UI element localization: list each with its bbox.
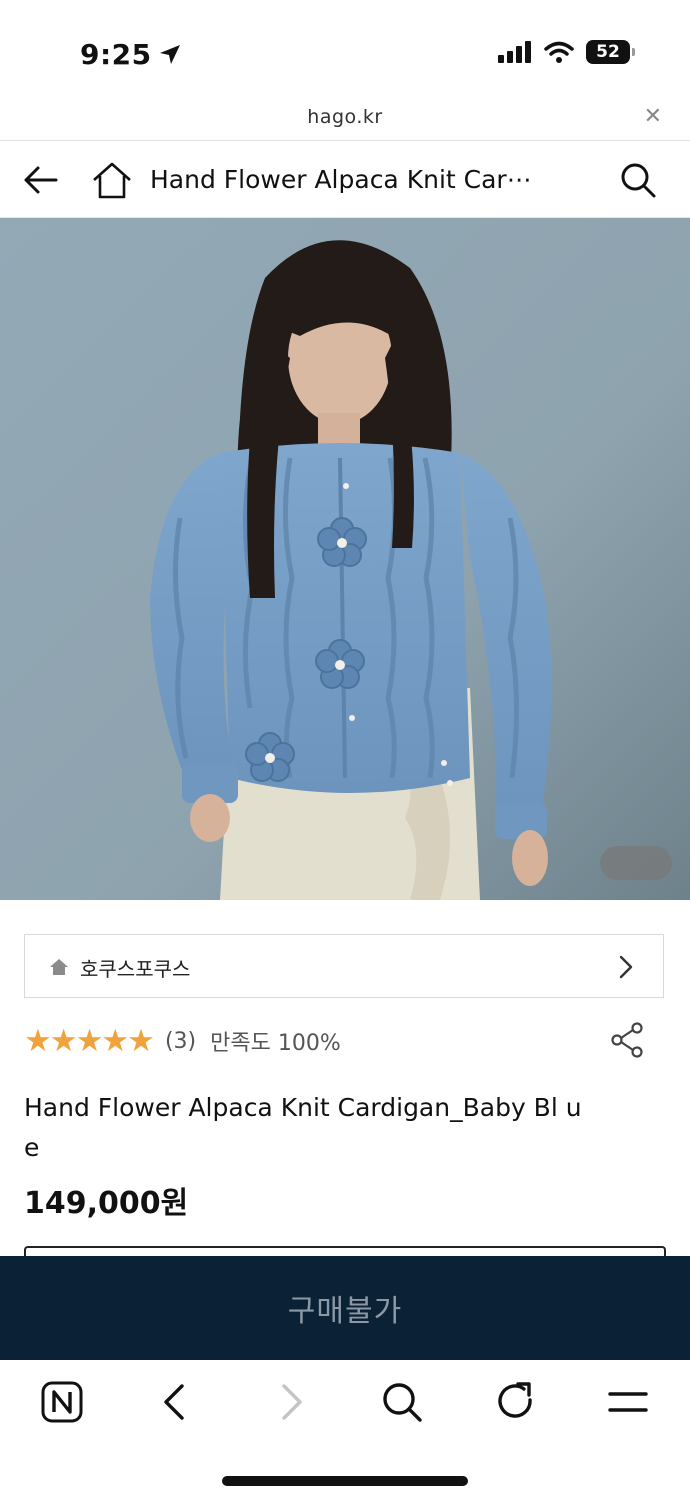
cellular-signal-icon bbox=[498, 41, 531, 63]
product-image[interactable] bbox=[0, 218, 690, 900]
product-price: 149,000원 bbox=[24, 1186, 189, 1221]
rating-row[interactable]: ★★★★★ (3) 만족도 100% bbox=[24, 1024, 341, 1058]
close-icon[interactable]: ✕ bbox=[644, 104, 662, 129]
page-title: Hand Flower Alpaca Knit Car⋯ bbox=[150, 165, 532, 194]
product-photo-illustration bbox=[0, 218, 690, 900]
review-count[interactable]: (3) bbox=[165, 1029, 196, 1054]
back-arrow-icon[interactable] bbox=[152, 1378, 200, 1426]
status-time: 9:25 bbox=[80, 38, 182, 71]
buy-button-label: 구매불가 bbox=[287, 1294, 403, 1329]
home-icon[interactable] bbox=[90, 160, 134, 200]
forward-arrow-icon[interactable] bbox=[266, 1378, 314, 1426]
star-rating-icon: ★★★★★ bbox=[24, 1023, 155, 1059]
share-icon[interactable] bbox=[610, 1022, 644, 1058]
search-icon[interactable] bbox=[618, 160, 658, 200]
url-domain[interactable]: hago.kr bbox=[0, 106, 690, 128]
chevron-right-icon[interactable] bbox=[614, 954, 638, 980]
status-indicators: 52 bbox=[498, 40, 635, 64]
battery-indicator: 52 bbox=[586, 40, 635, 64]
buy-button[interactable]: 구매불가 bbox=[0, 1256, 690, 1360]
home-indicator[interactable] bbox=[222, 1476, 468, 1486]
menu-icon[interactable] bbox=[604, 1378, 652, 1426]
reload-icon[interactable] bbox=[492, 1378, 540, 1426]
search-icon[interactable] bbox=[378, 1378, 426, 1426]
satisfaction-rate: 만족도 100% bbox=[210, 1031, 341, 1056]
image-page-indicator bbox=[600, 846, 672, 880]
back-arrow-icon[interactable] bbox=[20, 160, 60, 200]
wifi-icon bbox=[544, 41, 574, 63]
store-name[interactable]: 호쿠스포쿠스 bbox=[80, 953, 190, 982]
naver-n-icon[interactable] bbox=[38, 1378, 86, 1426]
clock-text: 9:25 bbox=[80, 38, 152, 71]
home-icon bbox=[50, 959, 68, 975]
location-arrow-icon bbox=[159, 44, 180, 64]
product-name: Hand Flower Alpaca Knit Cardigan_Baby Bl… bbox=[24, 1093, 582, 1162]
